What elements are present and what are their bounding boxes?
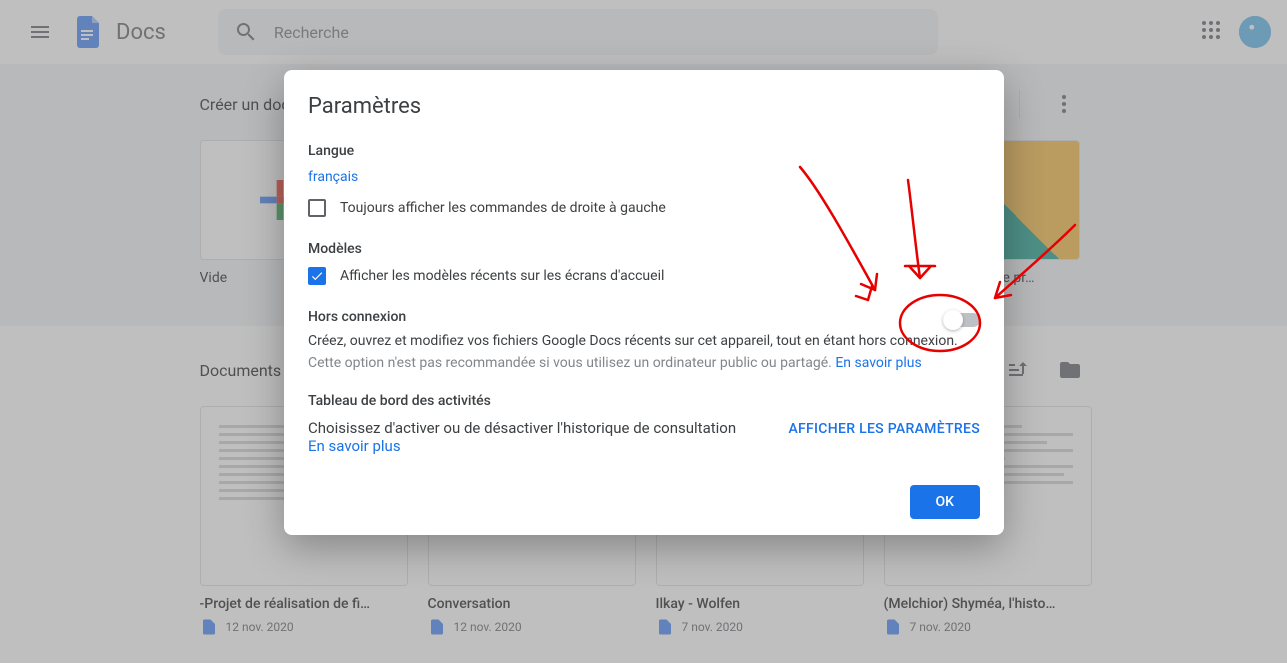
offline-toggle[interactable] <box>943 313 980 327</box>
toggle-knob <box>943 310 963 330</box>
rtl-checkbox-label: Toujours afficher les commandes de droit… <box>340 200 666 216</box>
activity-section-title: Tableau de bord des activités <box>308 393 980 409</box>
dialog-title: Paramètres <box>308 94 980 119</box>
show-templates-checkbox[interactable] <box>308 267 326 285</box>
activity-learn-more-link[interactable]: En savoir plus <box>308 437 736 455</box>
offline-learn-more-link[interactable]: En savoir plus <box>835 355 921 371</box>
language-section-title: Langue <box>308 143 980 159</box>
rtl-checkbox[interactable] <box>308 199 326 217</box>
offline-warning: Cette option n'est pas recommandée si vo… <box>308 355 980 371</box>
ok-button[interactable]: OK <box>910 485 981 519</box>
templates-section-title: Modèles <box>308 241 980 257</box>
offline-description: Créez, ouvrez et modifiez vos fichiers G… <box>308 333 980 349</box>
settings-dialog: Paramètres Langue français Toujours affi… <box>284 70 1004 535</box>
offline-section-title: Hors connexion <box>308 309 406 325</box>
check-icon <box>310 269 324 283</box>
show-templates-label: Afficher les modèles récents sur les écr… <box>340 268 664 284</box>
offline-warning-text: Cette option n'est pas recommandée si vo… <box>308 355 835 371</box>
language-link[interactable]: français <box>308 169 980 185</box>
show-activity-settings-button[interactable]: AFFICHER LES PARAMÈTRES <box>788 421 980 437</box>
activity-description: Choisissez d'activer ou de désactiver l'… <box>308 419 736 437</box>
